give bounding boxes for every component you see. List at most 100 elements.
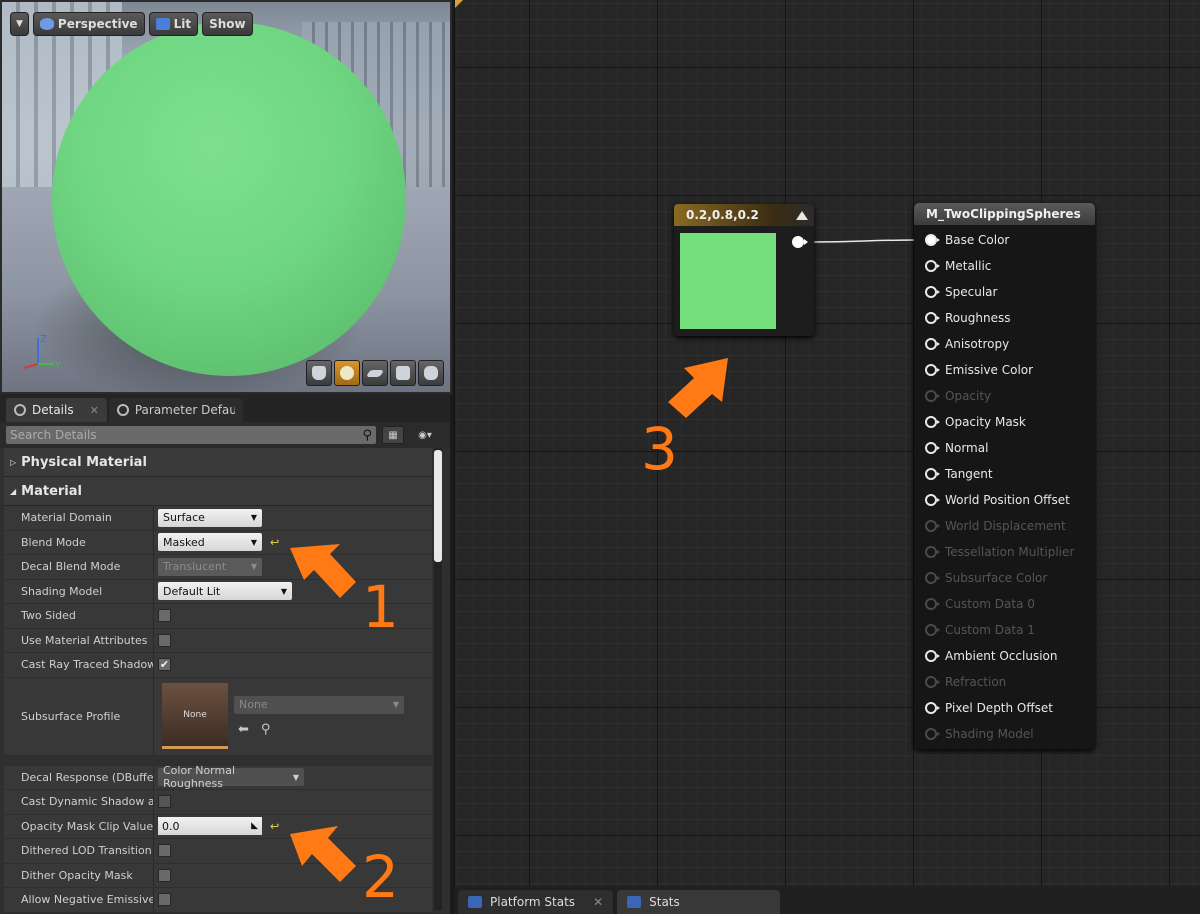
material-pin-roughness[interactable]: Roughness [914,305,1095,331]
material-pin-anisotropy[interactable]: Anisotropy [914,331,1095,357]
material-pin-world-position-offset[interactable]: World Position Offset [914,487,1095,513]
material-pin-opacity[interactable]: Opacity [914,383,1095,409]
material-domain-dropdown[interactable]: Surface ▼ [158,508,262,527]
material-pin-emissive-color[interactable]: Emissive Color [914,357,1095,383]
material-pin-world-displacement[interactable]: World Displacement [914,513,1095,539]
axis-y-label: Y [54,360,62,371]
category-material[interactable]: ◢ Material [4,477,432,506]
decal-response-dropdown[interactable]: Color Normal Roughness ▼ [158,764,304,790]
material-pin-subsurface-color[interactable]: Subsurface Color [914,565,1095,591]
reset-to-default-icon[interactable]: ↩ [270,820,279,833]
preview-sphere [52,22,406,376]
collapse-triangle-icon[interactable] [796,210,808,220]
plane-preview-button[interactable] [362,360,388,386]
material-pin-label: Specular [945,285,998,299]
shading-model-dropdown[interactable]: Default Lit ▼ [158,582,292,601]
allow-negative-emissive-checkbox[interactable] [158,893,171,907]
use-selected-arrow-icon[interactable]: ⬅ [238,722,249,737]
blend-mode-dropdown[interactable]: Masked ▼ [158,533,262,552]
cast-ray-traced-shadows-checkbox[interactable]: ✔ [158,658,171,672]
input-pin-icon[interactable] [925,702,940,714]
material-pin-custom-data-0[interactable]: Custom Data 0 [914,591,1095,617]
cast-dynamic-shadow-checkbox[interactable] [158,795,171,809]
decal-blend-mode-dropdown: Translucent ▼ [158,557,262,576]
input-pin-icon[interactable] [925,676,940,688]
row-decal-response: Decal Response (DBuffer) Color Normal Ro… [4,764,432,790]
opacity-mask-clip-value-input[interactable]: 0.0 ◣ [158,817,262,836]
search-input[interactable]: Search Details ⚲ [6,426,376,444]
reset-to-default-icon[interactable]: ↩ [270,536,279,549]
material-pin-tangent[interactable]: Tangent [914,461,1095,487]
input-pin-icon[interactable] [925,390,940,402]
view-options-button[interactable]: ◉▾ [410,426,440,444]
input-pin-icon[interactable] [925,494,940,506]
material-pin-custom-data-1[interactable]: Custom Data 1 [914,617,1095,643]
tab-parameter-defaults[interactable]: Parameter Defaults [108,398,243,422]
category-physical-material[interactable]: ▷ Physical Material [4,448,432,477]
lit-button[interactable]: Lit [148,12,199,36]
input-pin-icon[interactable] [925,624,940,636]
material-pin-metallic[interactable]: Metallic [914,253,1095,279]
input-pin-icon[interactable] [925,598,940,610]
constant3vector-node[interactable]: 0.2,0.8,0.2 [674,204,814,336]
material-pin-tessellation-multiplier[interactable]: Tessellation Multiplier [914,539,1095,565]
material-pin-pixel-depth-offset[interactable]: Pixel Depth Offset [914,695,1095,721]
allow-negative-emissive-label: Allow Negative Emissive C [4,888,154,912]
dither-opacity-mask-checkbox[interactable] [158,868,171,882]
scrollbar-thumb[interactable] [434,450,442,562]
tab-platform-stats[interactable]: Platform Stats ✕ [458,890,614,914]
material-pin-specular[interactable]: Specular [914,279,1095,305]
preview-viewport[interactable]: ▼ Perspective Lit Show Z Y [0,0,452,394]
grid-icon: ▦ [388,429,398,441]
chevron-down-icon: ▼ [280,586,287,596]
input-pin-icon[interactable] [925,728,940,740]
input-pin-icon[interactable] [925,364,940,376]
input-pin-icon[interactable] [925,468,940,480]
constant-output-pin[interactable] [792,236,808,248]
opacity-mask-clip-value-label: Opacity Mask Clip Value [4,814,154,838]
input-pin-icon[interactable] [925,520,940,532]
browse-search-icon[interactable]: ⚲ [261,722,271,737]
cylinder-preview-button[interactable] [306,360,332,386]
close-icon[interactable]: ✕ [593,895,603,909]
material-pin-refraction[interactable]: Refraction [914,669,1095,695]
input-pin-icon[interactable] [925,312,940,324]
material-pin-label: Subsurface Color [945,571,1048,585]
input-pin-icon[interactable] [925,286,940,298]
input-pin-icon[interactable] [925,338,940,350]
material-pin-base-color[interactable]: Base Color [914,227,1095,253]
dithered-lod-transition-checkbox[interactable] [158,844,171,858]
input-pin-icon[interactable] [925,442,940,454]
perspective-button[interactable]: Perspective [32,12,145,36]
input-pin-icon[interactable] [925,546,940,558]
subsurface-profile-dropdown[interactable]: None ▼ [234,695,404,714]
input-pin-icon[interactable] [925,416,940,428]
tab-stats-label: Stats [649,895,680,909]
axis-z-label: Z [40,334,47,345]
input-pin-icon[interactable] [925,572,940,584]
teapot-preview-button[interactable] [418,360,444,386]
sphere-preview-button[interactable] [334,360,360,386]
viewport-menu-button[interactable]: ▼ [10,12,29,36]
details-scrollbar[interactable] [434,448,442,910]
material-pin-normal[interactable]: Normal [914,435,1095,461]
material-result-node[interactable]: M_TwoClippingSpheres Base Color Metallic S… [914,203,1095,749]
use-material-attributes-checkbox[interactable] [158,633,171,647]
input-pin-icon[interactable] [925,650,940,662]
viewport-toolbar: ▼ Perspective Lit Show [10,12,253,36]
close-icon[interactable]: ✕ [90,404,99,417]
material-pin-ambient-occlusion[interactable]: Ambient Occlusion [914,643,1095,669]
show-button[interactable]: Show [202,12,253,36]
material-pin-shading-model[interactable]: Shading Model [914,721,1095,747]
input-pin-icon[interactable] [925,260,940,272]
chevron-down-icon: ▼ [392,700,399,709]
property-matrix-button[interactable]: ▦ [382,426,404,444]
material-pin-label: Anisotropy [945,337,1010,351]
two-sided-checkbox[interactable] [158,609,171,623]
cube-preview-button[interactable] [390,360,416,386]
input-pin-icon[interactable] [925,234,940,246]
tab-stats[interactable]: Stats [617,890,780,914]
material-pin-opacity-mask[interactable]: Opacity Mask [914,409,1095,435]
tab-details[interactable]: Details ✕ [6,398,107,422]
subsurface-profile-thumbnail[interactable]: None [162,683,228,749]
